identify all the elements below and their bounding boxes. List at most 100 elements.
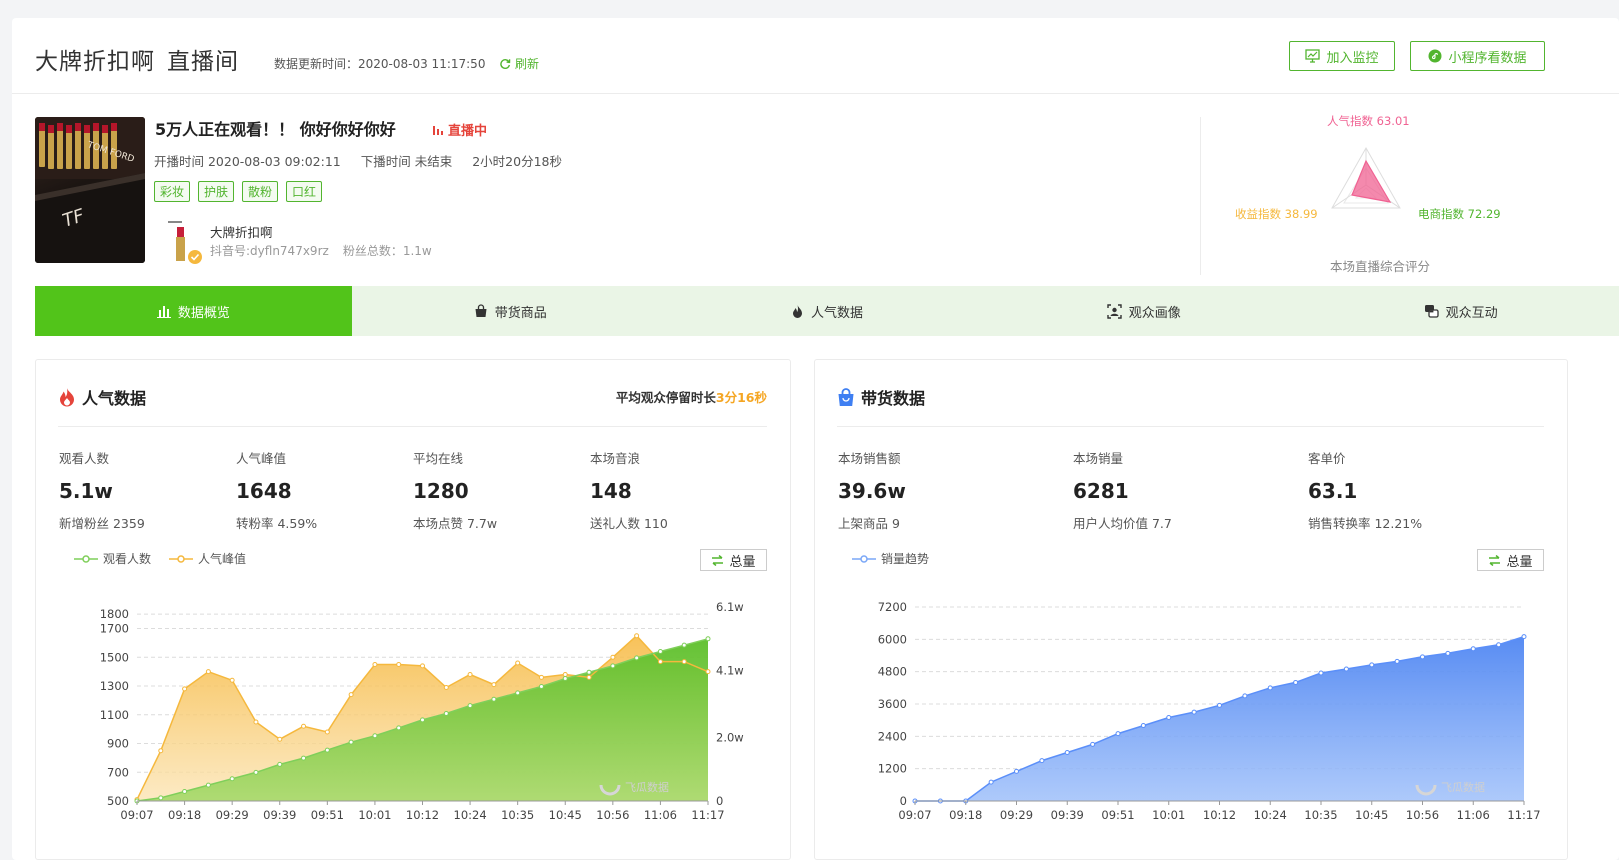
legend-viewers[interactable]: 观看人数 <box>74 550 151 567</box>
live-bars-icon <box>433 125 443 135</box>
peak-point <box>348 692 354 698</box>
mini-program-icon <box>1428 49 1442 63</box>
sales-point <box>1140 723 1146 729</box>
x-tick-label: 11:17 <box>1507 808 1540 822</box>
live-cover-image[interactable]: TOM FORD TF <box>35 117 145 263</box>
stat-sub: 用户人均价值 7.7 <box>1073 516 1172 531</box>
tab-popularity[interactable]: 人气数据 <box>669 286 986 336</box>
popularity-title: 人气数据 <box>58 385 146 409</box>
x-tick-label: 11:06 <box>644 808 677 822</box>
room-suffix: 直播间 <box>167 49 239 75</box>
sales-title: 带货数据 <box>837 385 925 409</box>
stat-viewers: 观看人数 5.1w 新增粉丝 2359 <box>59 448 145 532</box>
x-tick-label: 10:45 <box>549 808 582 822</box>
sales-point <box>1318 670 1324 676</box>
peak-point <box>610 654 616 660</box>
sales-point <box>1191 709 1197 715</box>
popularity-chart: 18001700 1500 1300 1100 900 700 500 6.1w 4.1w 2.0… <box>100 600 744 822</box>
x-tick-label: 09:51 <box>311 808 344 822</box>
tab-label: 带货商品 <box>494 305 547 321</box>
tag[interactable]: 口红 <box>286 181 323 202</box>
stat-label: 本场音浪 <box>590 451 641 466</box>
bag-icon <box>838 387 854 406</box>
tag[interactable]: 彩妆 <box>154 181 191 202</box>
x-tick-label: 09:51 <box>1101 808 1134 822</box>
chart-legend: 观看人数 人气峰值 <box>74 550 246 567</box>
x-tick-label: 09:39 <box>1051 808 1084 822</box>
tab-audience-portrait[interactable]: 观众画像 <box>985 286 1302 336</box>
stat-label: 本场销量 <box>1073 451 1124 466</box>
total-toggle-button[interactable]: 总量 <box>1477 549 1544 571</box>
peak-point <box>396 661 402 667</box>
peak-point <box>515 660 521 666</box>
douyin-id: 抖音号:dyfln747x9rz <box>210 244 329 258</box>
stat-value: 1648 <box>236 479 292 503</box>
viewers-point <box>324 747 330 753</box>
legend-peak[interactable]: 人气峰值 <box>169 550 246 567</box>
avg-stay-label: 平均观众停留时长 <box>615 390 716 405</box>
live-room-card: 大牌折扣啊 直播间 数据更新时间：2020-08-03 11:17:50 刷新 加… <box>12 18 1619 860</box>
y-tick-left: 1700 <box>100 622 129 636</box>
sales-panel: 带货数据 本场销售额 39.6w 上架商品 9 本场销量 6281 用户人均价值… <box>814 359 1568 860</box>
sales-title-label: 带货数据 <box>861 389 926 408</box>
stat-revenue: 本场销售额 39.6w 上架商品 9 <box>838 448 906 532</box>
avg-stay-value: 3分16秒 <box>715 390 767 405</box>
stat-label: 人气峰值 <box>236 451 287 466</box>
swap-icon <box>1489 554 1501 566</box>
sales-point <box>1217 702 1222 708</box>
stat-value: 5.1w <box>59 479 113 503</box>
start-time: 开播时间 2020-08-03 09:02:11 <box>154 154 341 169</box>
stat-sub: 转粉率 4.59% <box>236 516 318 531</box>
tab-audience-interaction[interactable]: 观众互动 <box>1302 286 1619 336</box>
peak-point <box>253 719 259 725</box>
stat-sub: 新增粉丝 2359 <box>59 516 145 531</box>
y-tick-left: 1800 <box>100 607 129 621</box>
sales-point <box>1090 741 1096 747</box>
x-tick-label: 09:07 <box>120 808 153 822</box>
y-tick-left: 1300 <box>100 679 129 693</box>
live-times: 开播时间 2020-08-03 09:02:11 下播时间 未结束 2小时20分… <box>154 151 562 170</box>
anchor-name[interactable]: 大牌折扣啊 <box>210 222 273 241</box>
stat-label: 本场销售额 <box>838 451 901 466</box>
x-tick-label: 11:06 <box>1457 808 1490 822</box>
tab-products[interactable]: 带货商品 <box>352 286 669 336</box>
viewers-point <box>467 703 473 709</box>
tab-overview[interactable]: 数据概览 <box>35 286 352 336</box>
sales-point <box>1496 642 1502 648</box>
tag[interactable]: 护肤 <box>198 181 235 202</box>
viewers-point <box>562 676 568 682</box>
sales-point <box>1014 768 1019 774</box>
stat-sub: 送礼人数 110 <box>590 516 668 531</box>
mini-program-label: 小程序看数据 <box>1448 50 1527 66</box>
live-info-section: TOM FORD TF 5万人正在观看！！ 你好你好你好 直播中 开播时间 20… <box>12 95 1619 285</box>
stat-value: 148 <box>590 479 632 503</box>
tab-label: 人气数据 <box>810 305 863 321</box>
peak-point <box>229 677 235 683</box>
anchor-avatar[interactable] <box>167 219 203 265</box>
tag[interactable]: 散粉 <box>242 181 279 202</box>
refresh-button[interactable]: 刷新 <box>499 55 539 72</box>
refresh-label: 刷新 <box>515 57 540 71</box>
x-tick-label: 10:24 <box>454 808 487 822</box>
mini-program-button[interactable]: 小程序看数据 <box>1410 41 1545 71</box>
legend-sales-trend[interactable]: 销量趋势 <box>852 550 929 567</box>
x-tick-label: 10:24 <box>1254 808 1287 822</box>
viewers-point <box>396 725 402 731</box>
y-tick: 0 <box>900 794 907 808</box>
viewers-point <box>348 739 354 745</box>
stat-sub: 上架商品 9 <box>838 516 900 531</box>
viewers-point <box>420 717 425 723</box>
stat-sub: 本场点赞 7.7w <box>413 516 498 531</box>
y-tick-left: 700 <box>107 765 129 779</box>
y-tick-left: 900 <box>107 737 129 751</box>
add-monitor-button[interactable]: 加入监控 <box>1289 41 1395 71</box>
x-tick-label: 09:29 <box>216 808 249 822</box>
total-toggle-button[interactable]: 总量 <box>700 549 767 571</box>
sales-point <box>1242 693 1248 699</box>
y-tick: 7200 <box>878 600 907 614</box>
viewers-point <box>158 795 164 801</box>
stat-sound-wave: 本场音浪 148 送礼人数 110 <box>590 448 668 532</box>
viewers-point <box>229 776 235 782</box>
viewers-point <box>538 684 544 690</box>
peak-point <box>182 686 188 692</box>
